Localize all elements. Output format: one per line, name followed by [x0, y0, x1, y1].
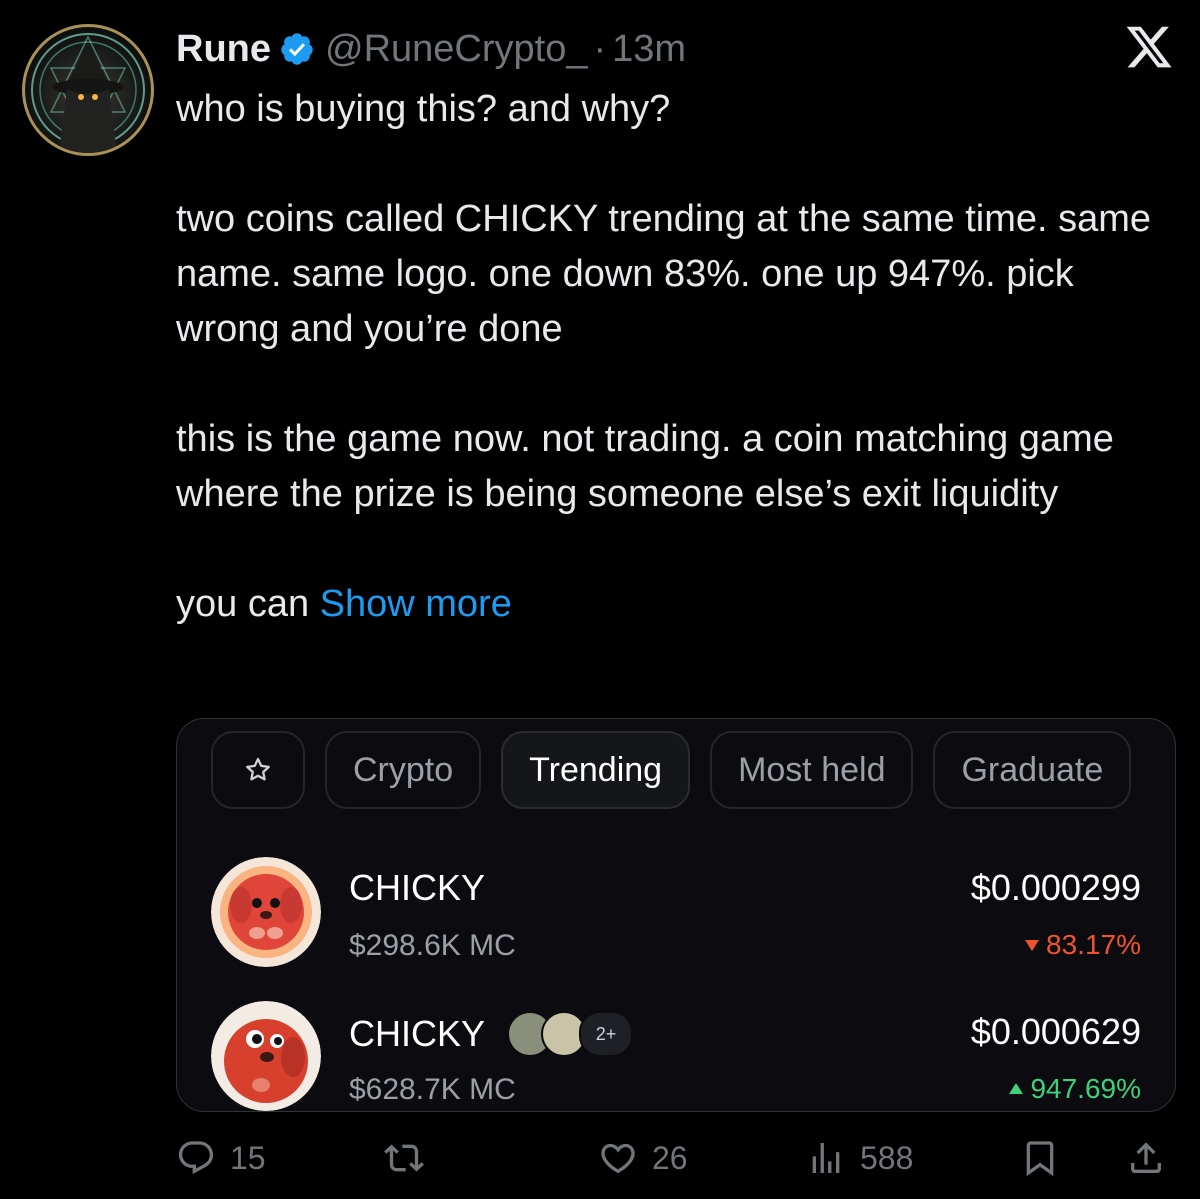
tweet-paragraph-1: who is buying this? and why? — [176, 88, 671, 130]
views-count: 588 — [860, 1139, 914, 1176]
tweet-body: who is buying this? and why? two coins c… — [176, 82, 1166, 632]
tab-trending[interactable]: Trending — [501, 731, 691, 809]
media-card[interactable]: Crypto Trending Most held Graduate CHICK… — [176, 718, 1176, 1112]
tweet-paragraph-4: you can Show more — [176, 577, 1166, 632]
tweet-header: Rune @RuneCrypto_ · 13m — [176, 22, 686, 76]
coin-market-cap: $298.6K MC — [349, 929, 516, 962]
tweet-truncated-text: you can — [176, 583, 310, 625]
verified-badge-icon — [281, 33, 313, 65]
share-icon — [1131, 1142, 1161, 1173]
coin-market-cap: $628.7K MC — [349, 1073, 516, 1106]
bookmark-button[interactable] — [1020, 1130, 1060, 1186]
views-icon — [812, 1143, 840, 1173]
tab-favorites[interactable] — [211, 731, 305, 809]
holder-avatars: 2+ — [507, 1011, 634, 1057]
tweet-paragraph-3: this is the game now. not trading. a coi… — [176, 418, 1114, 515]
coin-logo — [211, 1001, 321, 1111]
avatar-art — [31, 33, 145, 153]
author-name[interactable]: Rune — [176, 28, 271, 71]
coin-logo — [211, 857, 321, 967]
tweet-action-bar: 15 26 588 — [176, 1130, 1174, 1186]
x-logo-icon[interactable] — [1124, 22, 1174, 72]
coin-change-value: 83.17% — [1046, 929, 1141, 960]
coin-price: $0.000299 — [970, 867, 1141, 908]
author-avatar[interactable] — [22, 24, 154, 156]
bookmark-icon — [1026, 1141, 1054, 1177]
reply-button[interactable]: 15 — [176, 1130, 266, 1186]
show-more-link[interactable]: Show more — [320, 583, 512, 625]
coin-change: 947.69% — [1008, 1073, 1141, 1105]
tweet-paragraph-2: two coins called CHICKY trending at the … — [176, 198, 1152, 350]
retweet-button[interactable] — [384, 1130, 424, 1186]
separator-dot: · — [593, 27, 607, 70]
triangle-down-icon — [1025, 940, 1040, 951]
coin-price: $0.000629 — [970, 1011, 1141, 1052]
coin-name: CHICKY — [349, 1013, 486, 1054]
holder-more-badge: 2+ — [579, 1011, 634, 1057]
coin-row[interactable]: CHICKY 2+ $628.7K MC $0.000629 947.69% — [211, 1001, 1141, 1111]
star-icon — [246, 757, 270, 781]
tab-graduated[interactable]: Graduate — [933, 731, 1132, 809]
tab-crypto[interactable]: Crypto — [325, 731, 482, 809]
retweet-icon — [384, 1144, 424, 1172]
share-button[interactable] — [1126, 1130, 1166, 1186]
tab-most-held[interactable]: Most held — [710, 731, 914, 809]
tweet-time[interactable]: 13m — [612, 28, 686, 71]
coin-name-wrapper: CHICKY 2+ — [349, 1011, 634, 1057]
reply-count: 15 — [230, 1139, 266, 1176]
like-button[interactable]: 26 — [598, 1130, 688, 1186]
triangle-up-icon — [1009, 1083, 1024, 1094]
like-count: 26 — [652, 1139, 688, 1176]
coin-change-value: 947.69% — [1030, 1073, 1141, 1104]
like-icon — [601, 1143, 635, 1174]
coin-name: CHICKY — [349, 867, 486, 908]
reply-icon — [178, 1141, 214, 1175]
views-button[interactable]: 588 — [806, 1130, 913, 1186]
author-handle[interactable]: @RuneCrypto_ — [325, 28, 587, 71]
filter-tabs: Crypto Trending Most held Graduate — [211, 731, 1132, 809]
coin-row[interactable]: CHICKY $298.6K MC $0.000299 83.17% — [211, 857, 1141, 977]
coin-change: 83.17% — [1024, 929, 1141, 961]
